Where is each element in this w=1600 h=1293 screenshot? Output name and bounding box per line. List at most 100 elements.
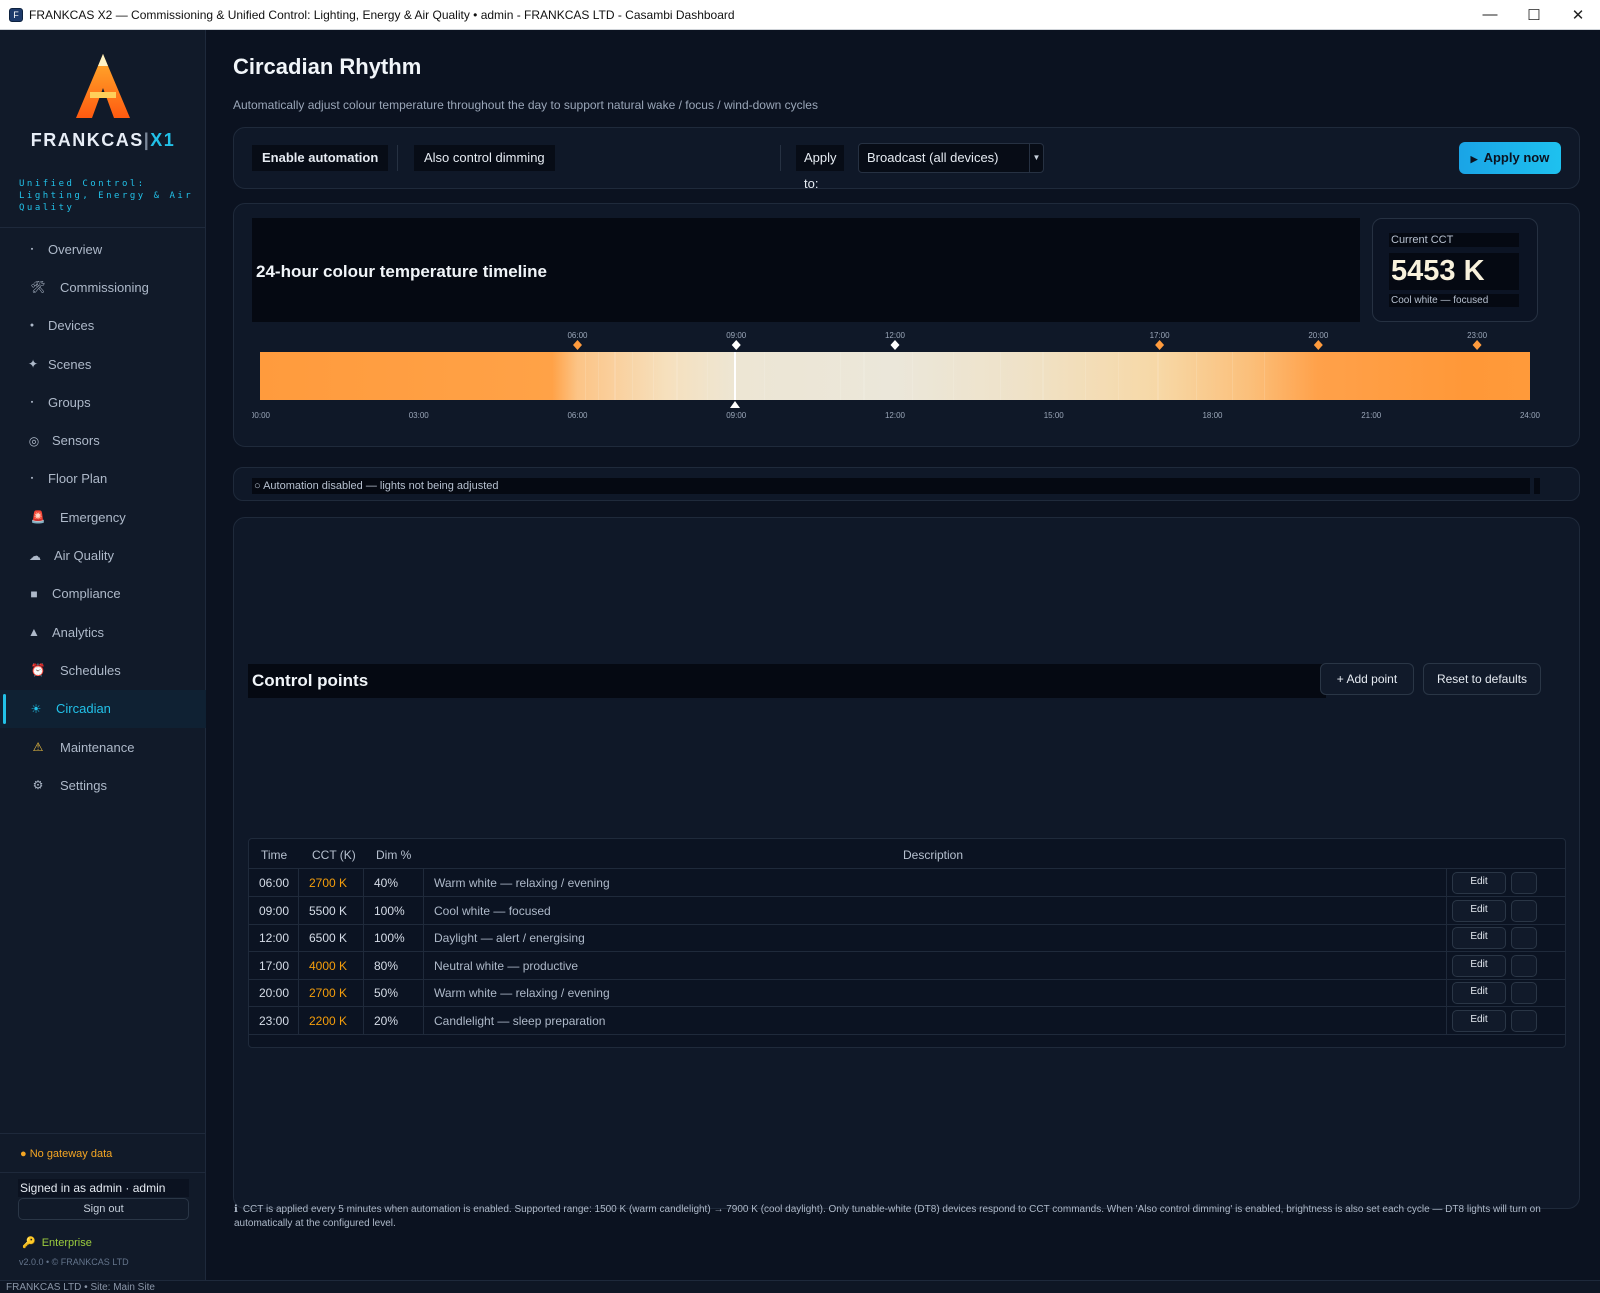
column-description: Description xyxy=(903,848,964,862)
table-row: 09:00 5500 K 100% Cool white — focused Edit xyxy=(249,896,1565,925)
cell-time: 17:00 xyxy=(249,951,299,980)
timeline-title: 24-hour colour temperature timeline xyxy=(256,262,547,281)
cell-description: Candlelight — sleep preparation xyxy=(424,1007,1447,1035)
apply-now-button[interactable]: ▶ Apply now xyxy=(1459,142,1561,174)
edit-button[interactable]: Edit xyxy=(1452,982,1506,1005)
sidebar-item-groups[interactable]: ▪ Groups xyxy=(0,383,206,421)
cell-time: 09:00 xyxy=(249,896,299,925)
chevron-down-icon: ▼ xyxy=(1029,144,1043,172)
time-axis: 00:00 03:00 06:00 09:00 12:00 15:00 18:00 21:00… xyxy=(252,411,1541,420)
axis-tick-label: 12:00 xyxy=(885,411,906,420)
sidebar-item-emergency[interactable]: 🚨 Emergency xyxy=(0,498,206,536)
enable-automation-toggle[interactable]: Enable automation xyxy=(252,145,389,171)
table-row: 23:00 2200 K 20% Candlelight — sleep prepar… xyxy=(249,1007,1565,1035)
cct-gradient-bar xyxy=(260,352,1530,400)
cell-dim: 40% xyxy=(364,869,424,897)
cell-time: 12:00 xyxy=(249,924,299,953)
control-points-card: Control points + Add point Reset to defa… xyxy=(233,517,1580,1209)
column-dim: Dim % xyxy=(376,848,412,862)
control-point-marker[interactable] xyxy=(890,340,900,350)
edit-button[interactable]: Edit xyxy=(1452,954,1506,977)
cell-cct: 2700 K xyxy=(299,869,364,897)
cct-timeline-chart[interactable]: 06:00 09:00 12:00 17:00 20:00 23:00 00:00 03:0… xyxy=(252,324,1548,424)
cell-cct: 2700 K xyxy=(299,979,364,1008)
delete-button[interactable] xyxy=(1511,927,1537,950)
control-points-table: Time CCT (K) Dim % Description 06:00 2700… xyxy=(248,838,1566,1048)
control-point-marker[interactable] xyxy=(1472,340,1482,350)
delete-button[interactable] xyxy=(1511,1010,1537,1032)
toolbar-divider xyxy=(397,145,398,171)
cell-cct: 6500 K xyxy=(299,924,364,953)
add-point-button[interactable]: + Add point xyxy=(1320,663,1414,695)
tools-icon: 🛠 xyxy=(30,280,46,295)
cell-description: Warm white — relaxing / evening xyxy=(424,979,1447,1008)
sidebar-item-commissioning[interactable]: 🛠 Commissioning xyxy=(0,268,206,306)
current-cct-value: 5453 K xyxy=(1389,253,1519,290)
delete-button[interactable] xyxy=(1511,982,1537,1005)
gear-icon: ⚙ xyxy=(32,778,44,793)
maximize-button[interactable]: ☐ xyxy=(1512,0,1556,30)
sign-out-button[interactable]: Sign out xyxy=(18,1198,189,1220)
signed-in-label: Signed in as admin · admin xyxy=(18,1179,189,1197)
sidebar-item-circadian[interactable]: ☀ Circadian xyxy=(0,689,206,728)
automation-status-card: ○ Automation disabled — lights not being… xyxy=(233,467,1580,501)
marker-label: 12:00 xyxy=(885,331,906,340)
minimize-button[interactable]: — xyxy=(1468,0,1512,30)
sidebar-item-analytics[interactable]: ▲ Analytics xyxy=(0,613,206,651)
current-cct-description: Cool white — focused xyxy=(1389,294,1519,307)
plan-badge: 🔑 Enterprise xyxy=(22,1237,92,1249)
cell-cct: 5500 K xyxy=(299,896,364,925)
edit-button[interactable]: Edit xyxy=(1452,1010,1506,1032)
sidebar-item-overview[interactable]: ▪ Overview xyxy=(0,230,206,268)
cell-description: Neutral white — productive xyxy=(424,951,1447,980)
status-indicator xyxy=(1534,478,1540,494)
marker-label: 06:00 xyxy=(567,331,588,340)
reset-defaults-button[interactable]: Reset to defaults xyxy=(1423,663,1541,695)
axis-tick-label: 03:00 xyxy=(409,411,430,420)
sidebar-item-schedules[interactable]: ⏰ Schedules xyxy=(0,651,206,689)
main-content: Circadian Rhythm Automatically adjust co… xyxy=(207,30,1600,1280)
table-header: Time CCT (K) Dim % Description xyxy=(249,839,1565,869)
axis-tick-label: 09:00 xyxy=(726,411,747,420)
page-title: Circadian Rhythm xyxy=(233,54,422,79)
timeline-header: 24-hour colour temperature timeline xyxy=(252,218,1360,322)
control-point-marker[interactable] xyxy=(1313,340,1323,350)
sidebar-item-scenes[interactable]: ✦ Scenes xyxy=(0,345,206,383)
devices-icon: ● xyxy=(29,322,35,330)
siren-icon: 🚨 xyxy=(30,510,46,525)
edit-button[interactable]: Edit xyxy=(1452,927,1506,950)
sidebar-item-floor-plan[interactable]: ▪ Floor Plan xyxy=(0,460,206,498)
brand-tagline: Unified Control: Lighting, Energy & Air … xyxy=(19,179,194,213)
axis-tick-label: 15:00 xyxy=(1044,411,1065,420)
sidebar-item-settings[interactable]: ⚙ Settings xyxy=(0,766,206,804)
sidebar-item-sensors[interactable]: ◎ Sensors xyxy=(0,421,206,459)
delete-button[interactable] xyxy=(1511,872,1537,894)
sensor-icon: ◎ xyxy=(28,433,40,448)
delete-button[interactable] xyxy=(1511,954,1537,977)
cell-dim: 80% xyxy=(364,951,424,980)
apply-to-label: Apply to: xyxy=(796,145,844,191)
analytics-icon: ▲ xyxy=(28,625,40,640)
close-button[interactable]: ✕ xyxy=(1556,0,1600,30)
control-point-markers: 06:00 09:00 12:00 17:00 20:00 23:00 xyxy=(567,331,1488,350)
frankcas-logo-icon xyxy=(76,54,130,118)
delete-button[interactable] xyxy=(1511,899,1537,922)
cell-dim: 20% xyxy=(364,1007,424,1035)
groups-icon: ▪ xyxy=(30,398,34,406)
sidebar-item-devices[interactable]: ● Devices xyxy=(0,307,206,345)
edit-button[interactable]: Edit xyxy=(1452,872,1506,894)
apply-to-select[interactable]: Broadcast (all devices) ▼ xyxy=(858,143,1044,173)
status-bar: FRANKCAS LTD • Site: Main Site xyxy=(0,1280,1600,1293)
control-point-marker[interactable] xyxy=(1155,340,1165,350)
sidebar-item-air-quality[interactable]: ☁ Air Quality xyxy=(0,536,206,574)
axis-tick-label: 24:00 xyxy=(1520,411,1541,420)
sidebar-item-compliance[interactable]: ■ Compliance xyxy=(0,575,206,613)
table-row: 12:00 6500 K 100% Daylight — alert / energi… xyxy=(249,924,1565,953)
automation-toolbar: Enable automation Also control dimming A… xyxy=(233,127,1580,191)
column-cct: CCT (K) xyxy=(312,848,356,862)
control-point-marker[interactable] xyxy=(731,340,741,350)
sidebar-item-maintenance[interactable]: ⚠ Maintenance xyxy=(0,728,206,766)
edit-button[interactable]: Edit xyxy=(1452,899,1506,922)
control-point-marker[interactable] xyxy=(573,340,582,350)
control-dimming-toggle[interactable]: Also control dimming xyxy=(414,145,555,171)
